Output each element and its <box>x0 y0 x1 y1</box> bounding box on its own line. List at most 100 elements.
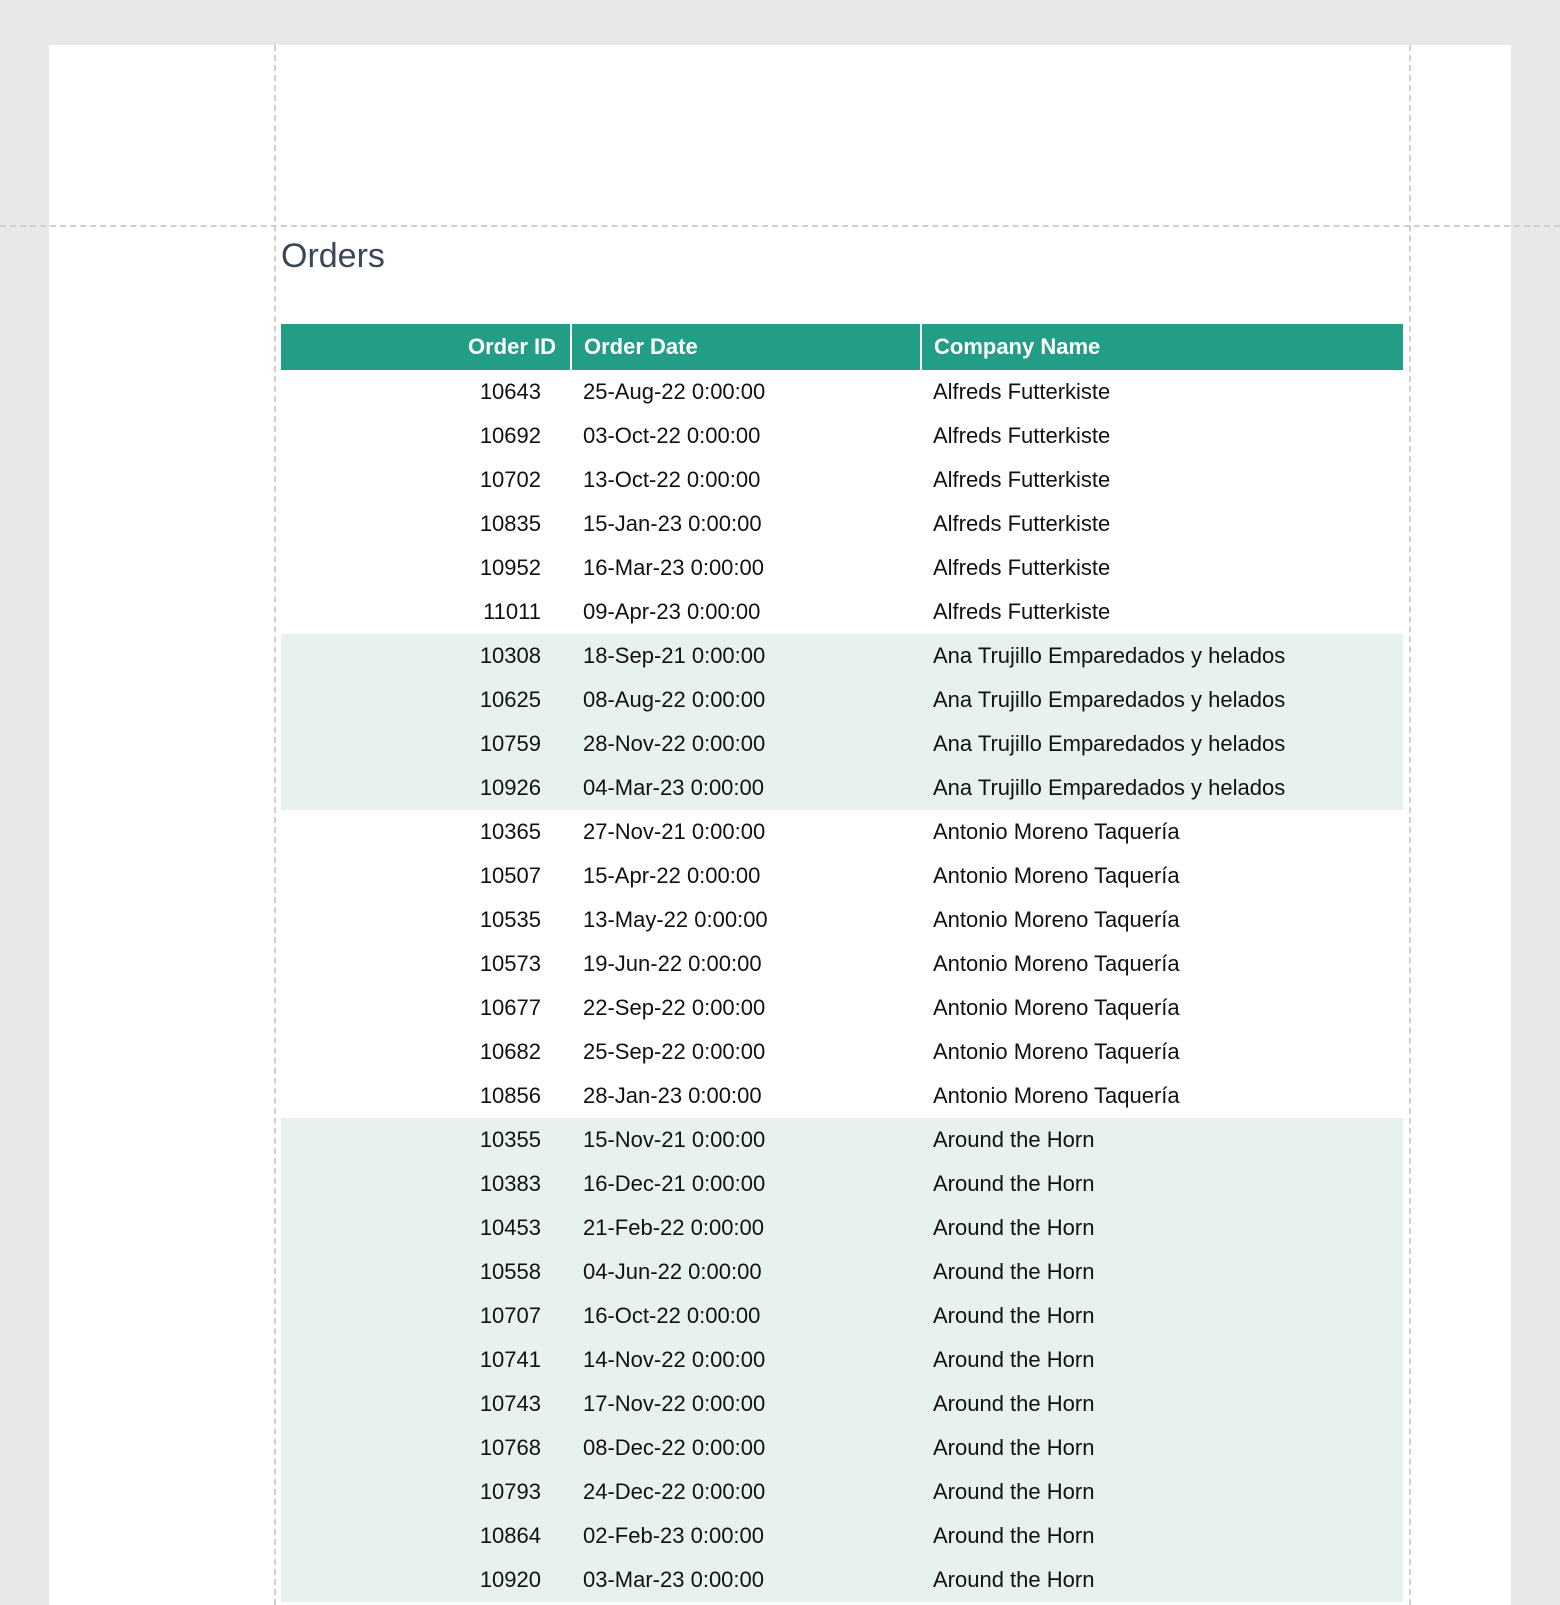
cell-company-name: Ana Trujillo Emparedados y helados <box>921 678 1403 722</box>
cell-order-date: 15-Apr-22 0:00:00 <box>571 854 921 898</box>
cell-order-id: 10864 <box>281 1514 571 1558</box>
cell-order-id: 11011 <box>281 590 571 634</box>
table-row: 1074114-Nov-22 0:00:00Around the Horn <box>281 1338 1403 1382</box>
table-header-row: Order ID Order Date Company Name <box>281 324 1403 370</box>
cell-order-date: 02-Feb-23 0:00:00 <box>571 1514 921 1558</box>
cell-company-name: Around the Horn <box>921 1206 1403 1250</box>
table-row: 1076808-Dec-22 0:00:00Around the Horn <box>281 1426 1403 1470</box>
cell-order-id: 10793 <box>281 1470 571 1514</box>
cell-order-id: 10383 <box>281 1162 571 1206</box>
cell-company-name: Ana Trujillo Emparedados y helados <box>921 722 1403 766</box>
cell-company-name: Ana Trujillo Emparedados y helados <box>921 766 1403 810</box>
cell-order-id: 10759 <box>281 722 571 766</box>
cell-order-id: 10573 <box>281 942 571 986</box>
cell-order-id: 10707 <box>281 1294 571 1338</box>
table-row: 1083515-Jan-23 0:00:00Alfreds Futterkist… <box>281 502 1403 546</box>
table-row: 1035515-Nov-21 0:00:00Around the Horn <box>281 1118 1403 1162</box>
cell-order-id: 10682 <box>281 1030 571 1074</box>
table-row: 1067722-Sep-22 0:00:00Antonio Moreno Taq… <box>281 986 1403 1030</box>
cell-order-id: 10677 <box>281 986 571 1030</box>
cell-order-date: 08-Dec-22 0:00:00 <box>571 1426 921 1470</box>
cell-company-name: Alfreds Futterkiste <box>921 590 1403 634</box>
cell-order-date: 16-Oct-22 0:00:00 <box>571 1294 921 1338</box>
column-header-company-name: Company Name <box>921 324 1403 370</box>
table-row: 1079324-Dec-22 0:00:00Around the Horn <box>281 1470 1403 1514</box>
cell-company-name: Around the Horn <box>921 1294 1403 1338</box>
cell-order-date: 16-Mar-23 0:00:00 <box>571 546 921 590</box>
cell-company-name: Alfreds Futterkiste <box>921 458 1403 502</box>
table-row: 1069203-Oct-22 0:00:00Alfreds Futterkist… <box>281 414 1403 458</box>
cell-order-id: 10741 <box>281 1338 571 1382</box>
cell-order-date: 27-Nov-21 0:00:00 <box>571 810 921 854</box>
cell-company-name: Around the Horn <box>921 1338 1403 1382</box>
cell-order-date: 03-Mar-23 0:00:00 <box>571 1558 921 1602</box>
table-row: 1070213-Oct-22 0:00:00Alfreds Futterkist… <box>281 458 1403 502</box>
report-title: Orders <box>281 237 1403 276</box>
cell-order-id: 10643 <box>281 370 571 414</box>
cell-order-date: 18-Sep-21 0:00:00 <box>571 634 921 678</box>
table-row: 1085628-Jan-23 0:00:00Antonio Moreno Taq… <box>281 1074 1403 1118</box>
table-row: 1036527-Nov-21 0:00:00Antonio Moreno Taq… <box>281 810 1403 854</box>
cell-order-date: 04-Jun-22 0:00:00 <box>571 1250 921 1294</box>
table-row: 1053513-May-22 0:00:00Antonio Moreno Taq… <box>281 898 1403 942</box>
cell-company-name: Around the Horn <box>921 1250 1403 1294</box>
column-header-order-id: Order ID <box>281 324 571 370</box>
cell-order-id: 10952 <box>281 546 571 590</box>
cell-order-id: 10835 <box>281 502 571 546</box>
cell-company-name: Alfreds Futterkiste <box>921 370 1403 414</box>
table-row: 1101109-Apr-23 0:00:00Alfreds Futterkist… <box>281 590 1403 634</box>
cell-company-name: Antonio Moreno Taquería <box>921 898 1403 942</box>
cell-order-id: 10743 <box>281 1382 571 1426</box>
table-row: 1092604-Mar-23 0:00:00Ana Trujillo Empar… <box>281 766 1403 810</box>
cell-order-date: 14-Nov-22 0:00:00 <box>571 1338 921 1382</box>
cell-company-name: Around the Horn <box>921 1426 1403 1470</box>
margin-guide-left <box>274 45 276 1605</box>
cell-order-id: 10355 <box>281 1118 571 1162</box>
cell-order-date: 08-Aug-22 0:00:00 <box>571 678 921 722</box>
report-content: Orders Order ID Order Date Company Name … <box>281 237 1403 1602</box>
cell-order-id: 10558 <box>281 1250 571 1294</box>
cell-company-name: Around the Horn <box>921 1162 1403 1206</box>
cell-order-date: 15-Jan-23 0:00:00 <box>571 502 921 546</box>
table-row: 1095216-Mar-23 0:00:00Alfreds Futterkist… <box>281 546 1403 590</box>
table-row: 1074317-Nov-22 0:00:00Around the Horn <box>281 1382 1403 1426</box>
cell-order-date: 28-Jan-23 0:00:00 <box>571 1074 921 1118</box>
cell-order-date: 16-Dec-21 0:00:00 <box>571 1162 921 1206</box>
column-header-order-date: Order Date <box>571 324 921 370</box>
cell-order-date: 24-Dec-22 0:00:00 <box>571 1470 921 1514</box>
table-row: 1068225-Sep-22 0:00:00Antonio Moreno Taq… <box>281 1030 1403 1074</box>
table-row: 1038316-Dec-21 0:00:00Around the Horn <box>281 1162 1403 1206</box>
cell-company-name: Antonio Moreno Taquería <box>921 986 1403 1030</box>
cell-order-id: 10920 <box>281 1558 571 1602</box>
table-row: 1070716-Oct-22 0:00:00Around the Horn <box>281 1294 1403 1338</box>
cell-company-name: Around the Horn <box>921 1382 1403 1426</box>
cell-order-id: 10365 <box>281 810 571 854</box>
cell-order-date: 03-Oct-22 0:00:00 <box>571 414 921 458</box>
margin-guide-top <box>0 225 1560 227</box>
table-row: 1075928-Nov-22 0:00:00Ana Trujillo Empar… <box>281 722 1403 766</box>
cell-order-id: 10692 <box>281 414 571 458</box>
cell-order-date: 21-Feb-22 0:00:00 <box>571 1206 921 1250</box>
cell-order-date: 28-Nov-22 0:00:00 <box>571 722 921 766</box>
table-row: 1086402-Feb-23 0:00:00Around the Horn <box>281 1514 1403 1558</box>
cell-company-name: Around the Horn <box>921 1118 1403 1162</box>
cell-order-date: 25-Sep-22 0:00:00 <box>571 1030 921 1074</box>
table-row: 1030818-Sep-21 0:00:00Ana Trujillo Empar… <box>281 634 1403 678</box>
cell-order-id: 10453 <box>281 1206 571 1250</box>
cell-company-name: Alfreds Futterkiste <box>921 502 1403 546</box>
margin-guide-right <box>1409 45 1411 1605</box>
cell-order-date: 25-Aug-22 0:00:00 <box>571 370 921 414</box>
cell-order-id: 10625 <box>281 678 571 722</box>
cell-order-id: 10926 <box>281 766 571 810</box>
cell-company-name: Ana Trujillo Emparedados y helados <box>921 634 1403 678</box>
cell-company-name: Antonio Moreno Taquería <box>921 854 1403 898</box>
table-row: 1057319-Jun-22 0:00:00Antonio Moreno Taq… <box>281 942 1403 986</box>
cell-company-name: Antonio Moreno Taquería <box>921 1074 1403 1118</box>
orders-table: Order ID Order Date Company Name 1064325… <box>281 324 1403 1602</box>
cell-company-name: Antonio Moreno Taquería <box>921 942 1403 986</box>
cell-order-id: 10308 <box>281 634 571 678</box>
report-page: Orders Order ID Order Date Company Name … <box>49 45 1511 1605</box>
cell-order-date: 04-Mar-23 0:00:00 <box>571 766 921 810</box>
cell-order-id: 10768 <box>281 1426 571 1470</box>
table-body: 1064325-Aug-22 0:00:00Alfreds Futterkist… <box>281 370 1403 1602</box>
